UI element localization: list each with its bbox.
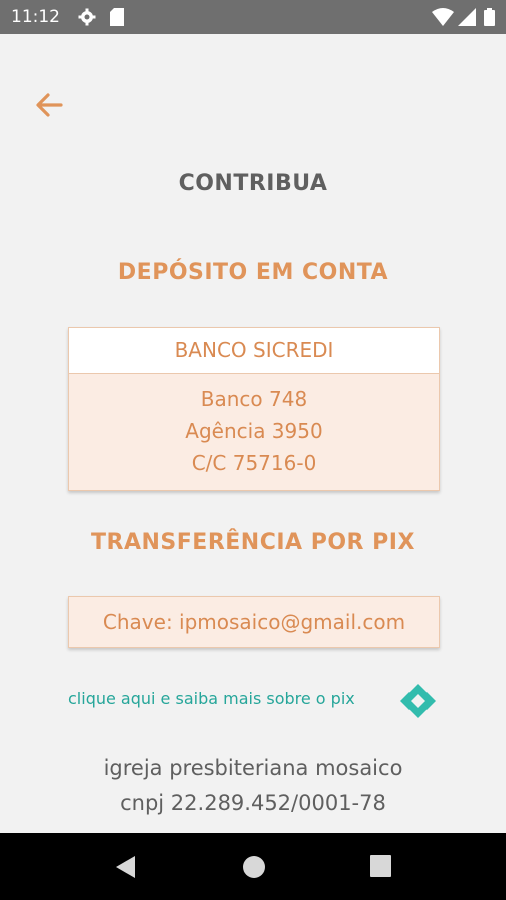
signal-icon — [458, 8, 476, 26]
deposit-section-title: DEPÓSITO EM CONTA — [117, 260, 389, 285]
back-triangle-icon[interactable] — [115, 855, 137, 879]
navigation-bar — [0, 833, 506, 900]
page-title: CONTRIBUA — [178, 171, 328, 196]
arrow-left-icon[interactable] — [34, 92, 64, 118]
status-time: 11:12 — [11, 7, 60, 27]
wifi-icon — [432, 8, 454, 26]
bank-account-card: BANCO SICREDI Banco 748 Agência 3950 C/C… — [68, 327, 440, 491]
bank-name: BANCO SICREDI — [69, 328, 439, 374]
pix-key-card[interactable]: Chave: ipmosaico@gmail.com — [68, 596, 440, 648]
sd-card-icon — [110, 8, 124, 26]
home-circle-icon[interactable] — [242, 855, 266, 879]
church-name: igreja presbiteriana mosaico — [103, 756, 403, 780]
bank-agency: Agência 3950 — [185, 419, 323, 443]
pix-info-link[interactable]: clique aqui e saiba mais sobre o pix — [68, 689, 355, 708]
bank-code: Banco 748 — [200, 387, 308, 411]
pix-icon[interactable] — [399, 683, 437, 719]
pix-section-title: TRANSFERÊNCIA POR PIX — [91, 530, 415, 555]
recents-square-icon[interactable] — [370, 855, 391, 877]
gear-icon — [78, 8, 96, 26]
status-bar: 11:12 — [0, 0, 506, 34]
church-cnpj: cnpj 22.289.452/0001-78 — [120, 791, 386, 815]
battery-icon — [484, 8, 495, 26]
bank-account-number: C/C 75716-0 — [191, 451, 317, 475]
